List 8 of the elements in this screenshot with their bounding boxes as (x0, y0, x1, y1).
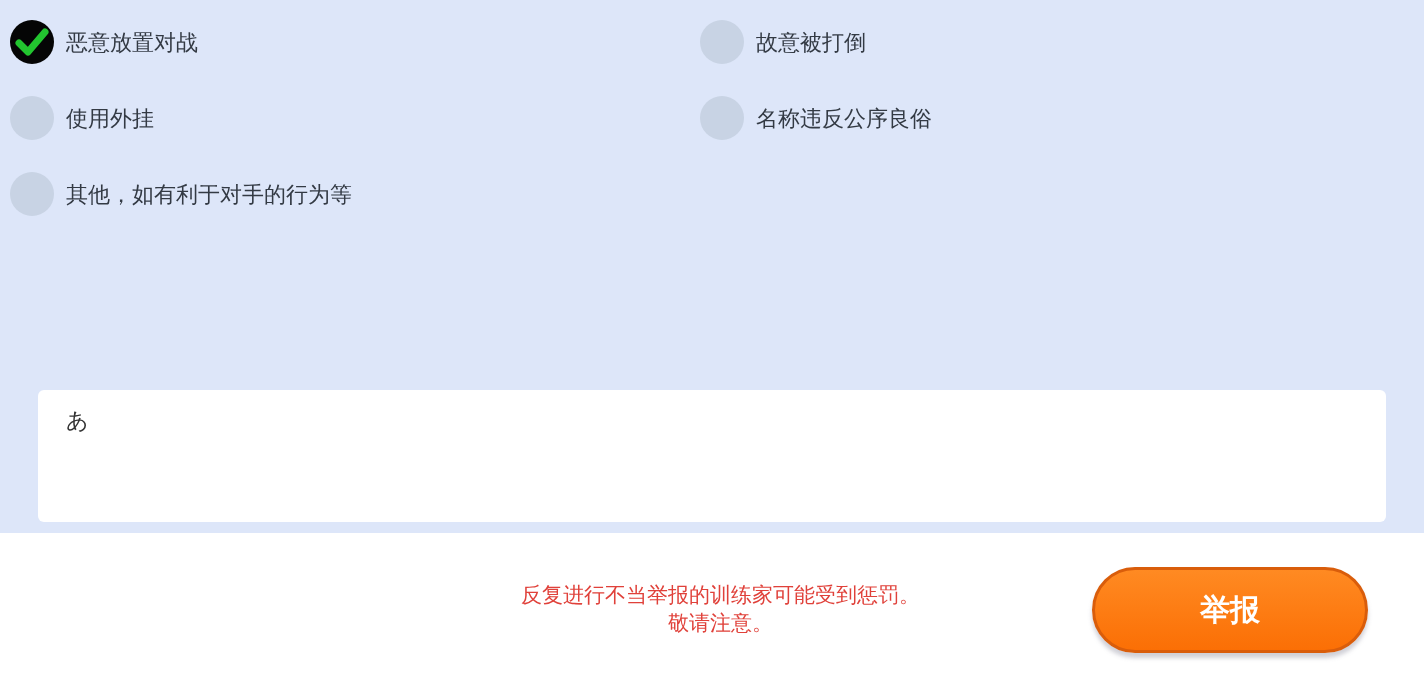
comment-field[interactable]: あ (38, 390, 1386, 522)
option-label[interactable]: 其他，如有利于对手的行为等 (66, 177, 352, 211)
option-label[interactable]: 故意被打倒 (756, 25, 866, 59)
option-label[interactable]: 使用外挂 (66, 101, 154, 135)
warning-text: 反复进行不当举报的训练家可能受到惩罚。 敬请注意。 (520, 582, 921, 637)
option-label[interactable]: 名称违反公序良俗 (756, 101, 932, 135)
option-label[interactable]: 恶意放置对战 (66, 25, 198, 59)
checkbox[interactable] (10, 20, 54, 64)
